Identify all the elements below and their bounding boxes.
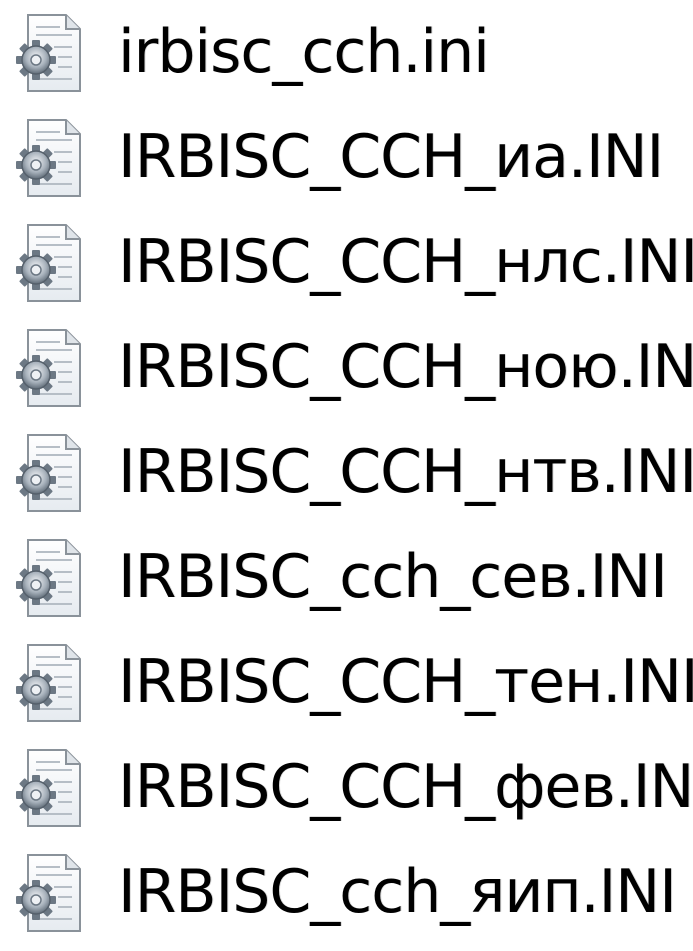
file-name: IRBISC_cch_яип.INI <box>118 856 677 927</box>
file-name: IRBISC_CCH_иа.INI <box>118 121 664 192</box>
file-item[interactable]: IRBISC_CCH_иа.INI <box>0 105 693 211</box>
file-name: IRBISC_CCH_ною.INI <box>118 331 693 402</box>
ini-file-icon <box>15 854 81 932</box>
ini-file-icon <box>15 119 81 197</box>
file-item[interactable]: IRBISC_CCH_фев.INI <box>0 735 693 841</box>
file-item[interactable]: IRBISC_cch_яип.INI <box>0 840 693 946</box>
ini-file-icon <box>15 434 81 512</box>
ini-file-icon <box>15 749 81 827</box>
file-name: IRBISC_CCH_нлс.INI <box>118 226 693 297</box>
file-name: IRBISC_CCH_тен.INI <box>118 646 693 717</box>
ini-file-icon <box>15 14 81 92</box>
file-name: IRBISC_cch_сев.INI <box>118 541 668 612</box>
file-name: irbisc_cch.ini <box>118 16 490 87</box>
ini-file-icon <box>15 644 81 722</box>
file-list: irbisc_cch.ini IRBISC_CCH_иа.INI IRBISC_… <box>0 0 693 951</box>
file-item[interactable]: irbisc_cch.ini <box>0 0 693 106</box>
file-item[interactable]: IRBISC_CCH_тен.INI <box>0 630 693 736</box>
file-item[interactable]: IRBISC_CCH_нлс.INI <box>0 210 693 316</box>
ini-file-icon <box>15 329 81 407</box>
ini-file-icon <box>15 539 81 617</box>
file-name: IRBISC_CCH_фев.INI <box>118 751 693 822</box>
file-item[interactable]: IRBISC_CCH_нтв.INI <box>0 420 693 526</box>
file-item[interactable]: IRBISC_cch_сев.INI <box>0 525 693 631</box>
ini-file-icon <box>15 224 81 302</box>
file-name: IRBISC_CCH_нтв.INI <box>118 436 693 507</box>
file-item[interactable]: IRBISC_CCH_ною.INI <box>0 315 693 421</box>
